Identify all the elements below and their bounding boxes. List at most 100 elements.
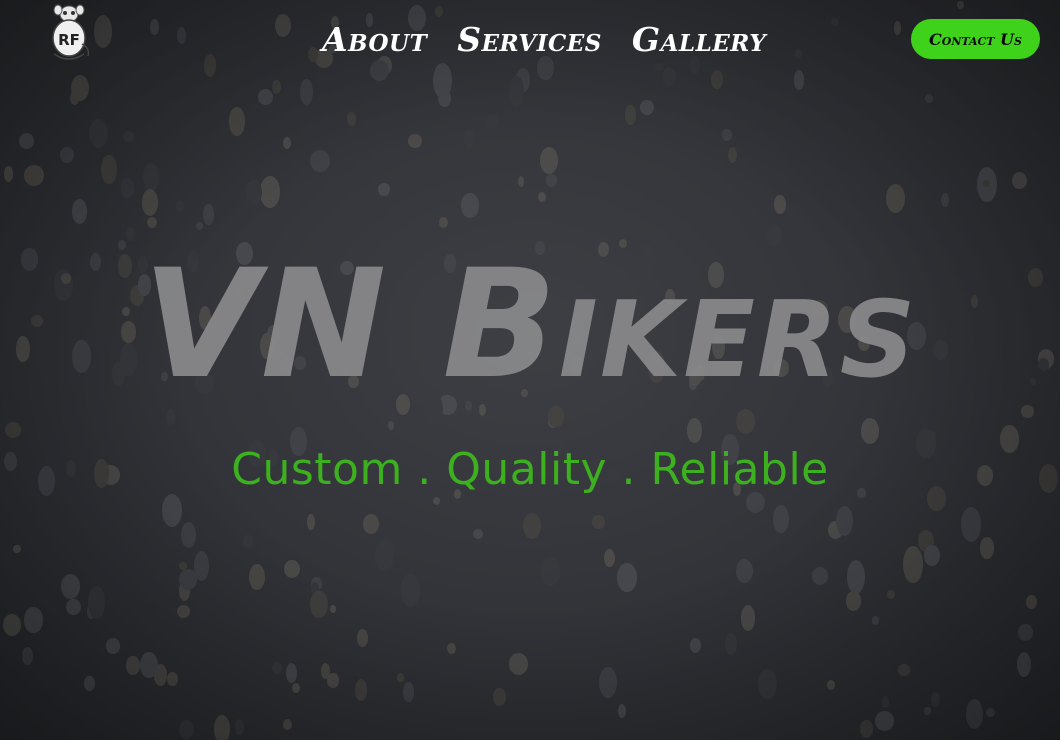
crowd-speck: [545, 174, 557, 187]
crowd-speck: [860, 720, 873, 738]
crowd-speck: [617, 704, 626, 718]
crowd-speck: [727, 147, 737, 164]
hero-tagline: Custom . Quality . Reliable: [231, 444, 829, 495]
crowd-speck: [725, 633, 737, 655]
crowd-speck: [175, 201, 185, 211]
crowd-speck: [1017, 623, 1034, 641]
crowd-speck: [213, 714, 230, 740]
crowd-speck: [106, 637, 120, 655]
main-nav: About Services Gallery: [322, 18, 766, 62]
crowd-speck: [983, 180, 990, 187]
crowd-speck: [690, 638, 702, 654]
crowd-speck: [83, 676, 95, 691]
crowd-speck: [598, 666, 617, 699]
crowd-speck: [275, 13, 292, 37]
crowd-speck: [874, 711, 894, 732]
crowd-speck: [234, 718, 245, 735]
crowd-speck: [831, 17, 839, 26]
crowd-speck: [149, 19, 160, 35]
crowd-speck: [3, 614, 22, 636]
crowd-speck: [271, 80, 281, 95]
crowd-speck: [710, 69, 724, 89]
crowd-speck: [101, 154, 117, 185]
crowd-speck: [403, 681, 414, 703]
crowd-speck: [1026, 594, 1038, 610]
crowd-speck: [758, 668, 777, 700]
crowd-speck: [957, 0, 964, 9]
crowd-speck: [362, 513, 380, 534]
crowd-speck: [931, 692, 941, 708]
crowd-speck: [793, 69, 805, 90]
crowd-speck: [604, 548, 616, 567]
crowd-speck: [24, 606, 43, 633]
crowd-speck: [306, 514, 316, 531]
crowd-speck: [872, 615, 879, 626]
crowd-speck: [243, 534, 254, 548]
crowd-speck: [882, 696, 890, 708]
rat-fink-logo-icon: RF: [52, 4, 90, 60]
crowd-speck: [835, 505, 853, 536]
crowd-speck: [435, 6, 443, 18]
site-logo[interactable]: RF: [46, 4, 92, 62]
crowd-speck: [260, 175, 281, 208]
crowd-speck: [446, 643, 456, 655]
nav-services[interactable]: Services: [457, 18, 602, 62]
crowd-speck: [845, 591, 862, 611]
crowd-speck: [661, 66, 677, 86]
crowd-speck: [508, 653, 529, 675]
crowd-speck: [195, 221, 203, 230]
crowd-speck: [903, 545, 923, 584]
crowd-speck: [60, 146, 75, 164]
crowd-speck: [539, 146, 558, 175]
crowd-speck: [60, 573, 81, 599]
crowd-speck: [740, 605, 755, 631]
crowd-speck: [924, 545, 941, 567]
crowd-speck: [291, 682, 301, 694]
crowd-speck: [1016, 652, 1031, 678]
hero-section: RF About Services Gallery Contact Us VN …: [0, 0, 1060, 740]
crowd-speck: [228, 107, 246, 136]
crowd-speck: [178, 719, 195, 740]
nav-gallery[interactable]: Gallery: [632, 18, 766, 62]
nav-about[interactable]: About: [322, 18, 427, 62]
crowd-speck: [354, 679, 367, 701]
crowd-speck: [464, 128, 475, 149]
crowd-speck: [439, 216, 449, 229]
crowd-speck: [493, 688, 507, 707]
hero-title: VN Bikers: [142, 238, 918, 412]
crowd-speck: [986, 708, 995, 717]
crowd-speck: [773, 504, 790, 533]
crowd-speck: [283, 137, 292, 150]
crowd-speck: [378, 182, 390, 196]
crowd-speck: [13, 544, 21, 554]
crowd-speck: [125, 226, 135, 242]
crowd-speck: [310, 149, 330, 173]
crowd-speck: [960, 507, 981, 542]
crowd-speck: [3, 165, 14, 182]
crowd-speck: [87, 586, 105, 619]
crowd-speck: [22, 646, 34, 666]
crowd-speck: [141, 189, 159, 217]
crowd-speck: [591, 515, 605, 529]
contact-us-button[interactable]: Contact Us: [911, 19, 1040, 59]
crowd-speck: [980, 537, 994, 559]
crowd-speck: [19, 133, 35, 149]
crowd-speck: [283, 559, 301, 579]
logo-text: RF: [58, 31, 80, 49]
crowd-speck: [203, 54, 217, 78]
crowd-speck: [517, 175, 525, 188]
crowd-speck: [508, 75, 525, 107]
crowd-speck: [625, 104, 636, 125]
crowd-speck: [257, 89, 274, 106]
crowd-speck: [357, 629, 368, 647]
crowd-speck: [811, 567, 829, 586]
crowd-speck: [147, 216, 158, 229]
crowd-speck: [438, 90, 451, 108]
crowd-speck: [396, 673, 404, 682]
crowd-speck: [1011, 171, 1027, 190]
crowd-speck: [375, 540, 394, 572]
crowd-speck: [327, 673, 339, 688]
crowd-speck: [847, 560, 865, 595]
crowd-speck: [272, 662, 282, 675]
crowd-speck: [24, 165, 45, 186]
